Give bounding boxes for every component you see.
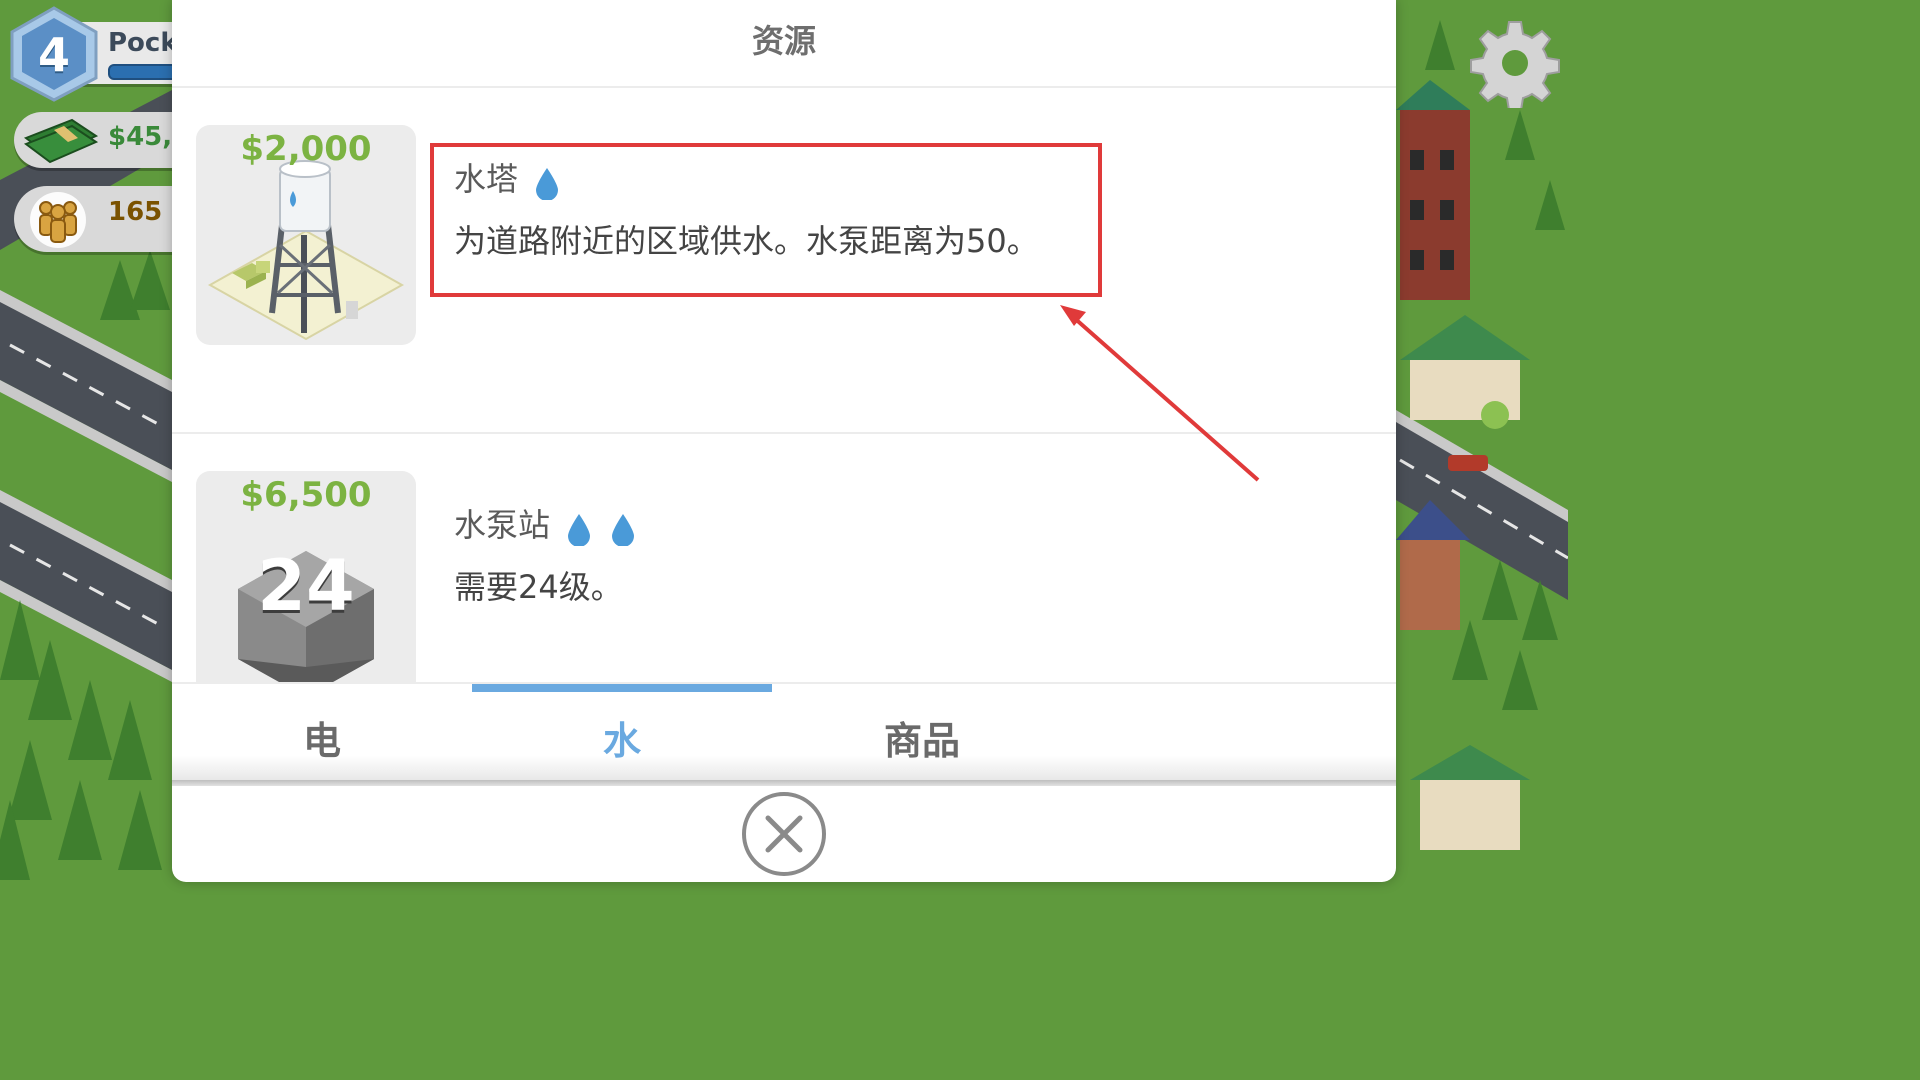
gear-icon[interactable] — [1470, 18, 1560, 108]
tab-goods[interactable]: 商品 — [772, 710, 1072, 765]
dialog-header: 资源 — [172, 0, 1396, 88]
list-item-pump-station[interactable]: $6,500 24 水泵站 需要24级。 — [172, 434, 1396, 711]
water-level-indicator — [566, 508, 644, 546]
close-icon — [765, 815, 803, 853]
city-name: Pock — [108, 28, 178, 58]
population-icon — [30, 192, 86, 248]
item-price: $6,500 — [240, 475, 372, 515]
cash-icon — [23, 118, 99, 164]
item-description: 需要24级。 — [454, 568, 623, 606]
water-drop-icon — [612, 514, 635, 546]
item-name-text: 水泵站 — [454, 506, 551, 544]
dialog-title: 资源 — [751, 22, 816, 60]
item-thumbnail[interactable]: $2,000 — [196, 125, 416, 345]
tab-bar-shadow — [172, 780, 1396, 786]
tab-electricity[interactable]: 电 — [172, 710, 472, 765]
population-count: 165 — [108, 197, 163, 227]
tab-water[interactable]: 水 — [472, 710, 772, 765]
required-level-number: 24 — [257, 545, 355, 627]
item-thumbnail[interactable]: $6,500 24 — [196, 471, 416, 711]
resource-tab-bar: 电 水 商品 — [172, 682, 1396, 786]
resources-dialog: 资源 $2,000 水塔 为道路附近的区域供水。水泵距离为50。 $6,500 … — [172, 0, 1396, 882]
active-tab-indicator — [472, 684, 772, 692]
item-name: 水泵站 — [454, 500, 644, 546]
water-drop-icon — [568, 514, 591, 546]
level-number: 4 — [37, 28, 70, 82]
annotation-highlight-box — [430, 143, 1102, 297]
level-badge[interactable]: 4 — [8, 6, 100, 102]
item-price: $2,000 — [240, 129, 372, 169]
close-button[interactable] — [742, 792, 826, 876]
